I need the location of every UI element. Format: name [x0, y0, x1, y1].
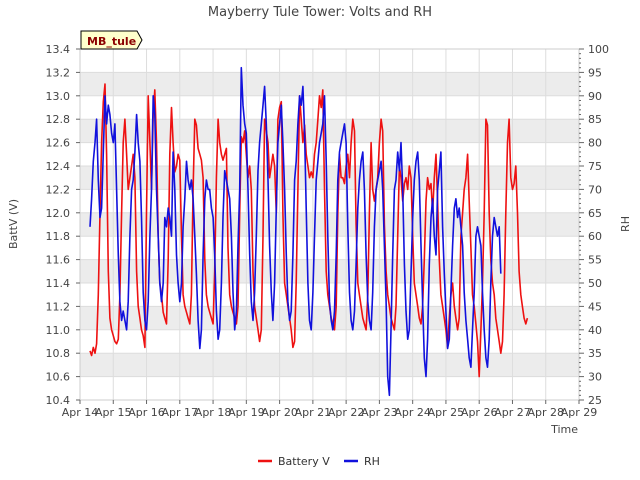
left-tick-label: 13.0	[46, 90, 71, 103]
legend: Battery V RH	[258, 455, 380, 468]
x-tick-label: Apr 23	[361, 406, 398, 419]
right-tick-label: 45	[588, 300, 602, 313]
left-tick-label: 10.8	[46, 347, 71, 360]
right-tick-label: 40	[588, 324, 602, 337]
chart: Mayberry Tule Tower: Volts and RH MB_tul…	[7, 5, 632, 468]
left-axis-label: BattV (V)	[7, 199, 20, 249]
site-label: MB_tule	[87, 35, 136, 48]
left-tick-label: 12.0	[46, 207, 71, 220]
legend-rh-label: RH	[364, 455, 380, 468]
left-tick-label: 13.2	[46, 66, 71, 79]
chart-title: Mayberry Tule Tower: Volts and RH	[208, 5, 432, 20]
left-tick-label: 11.4	[46, 277, 71, 290]
x-axis-ticks: Apr 14Apr 15Apr 16Apr 17Apr 18Apr 19Apr …	[62, 400, 598, 419]
x-tick-label: Apr 26	[461, 406, 498, 419]
x-tick-label: Apr 25	[428, 406, 465, 419]
x-tick-label: Apr 17	[162, 406, 199, 419]
x-tick-label: Apr 16	[128, 406, 165, 419]
right-tick-label: 65	[588, 207, 602, 220]
right-tick-label: 30	[588, 371, 602, 384]
x-tick-label: Apr 19	[228, 406, 265, 419]
x-tick-label: Apr 20	[261, 406, 298, 419]
x-tick-label: Apr 18	[195, 406, 232, 419]
right-tick-label: 25	[588, 394, 602, 407]
site-label-box: MB_tule	[80, 30, 143, 50]
left-tick-label: 10.4	[46, 394, 71, 407]
legend-battery-label: Battery V	[278, 455, 330, 468]
right-tick-label: 50	[588, 277, 602, 290]
grid-band	[80, 353, 579, 377]
left-tick-label: 10.6	[46, 371, 71, 384]
left-tick-label: 11.8	[46, 230, 71, 243]
left-tick-label: 12.6	[46, 137, 71, 150]
left-tick-label: 11.0	[46, 324, 71, 337]
right-axis-label: RH	[619, 216, 632, 232]
right-tick-label: 70	[588, 183, 602, 196]
right-axis-ticks: 25 30 35 40 45 50 55 60 65 70 75 80 85 90 95 100	[579, 43, 609, 407]
x-tick-label: Apr 22	[328, 406, 365, 419]
x-tick-label: Apr 15	[95, 406, 132, 419]
left-tick-label: 12.4	[46, 160, 71, 173]
x-tick-label: Apr 21	[295, 406, 332, 419]
x-tick-label: Apr 14	[62, 406, 99, 419]
grid-band	[80, 212, 579, 237]
x-tick-label: Apr 28	[527, 406, 564, 419]
right-tick-label: 100	[588, 43, 609, 56]
left-tick-label: 13.4	[46, 43, 71, 56]
x-tick-label: Apr 29	[561, 406, 598, 419]
x-tick-label: Apr 24	[394, 406, 431, 419]
left-tick-label: 12.2	[46, 183, 71, 196]
right-tick-label: 55	[588, 254, 602, 267]
left-tick-label: 11.2	[46, 300, 71, 313]
x-axis-label: Time	[550, 423, 578, 436]
right-tick-label: 90	[588, 90, 602, 103]
right-tick-label: 35	[588, 347, 602, 360]
right-tick-label: 75	[588, 160, 602, 173]
left-axis-ticks: 10.4 10.6 10.8 11.0 11.2 11.4 11.6 11.8 12.0 12.2…	[46, 43, 80, 407]
right-tick-label: 80	[588, 137, 602, 150]
right-tick-label: 85	[588, 113, 602, 126]
x-tick-label: Apr 27	[494, 406, 531, 419]
left-tick-label: 12.8	[46, 113, 71, 126]
right-tick-label: 95	[588, 66, 602, 79]
right-tick-label: 60	[588, 230, 602, 243]
left-tick-label: 11.6	[46, 254, 71, 267]
grid-band	[80, 166, 579, 190]
